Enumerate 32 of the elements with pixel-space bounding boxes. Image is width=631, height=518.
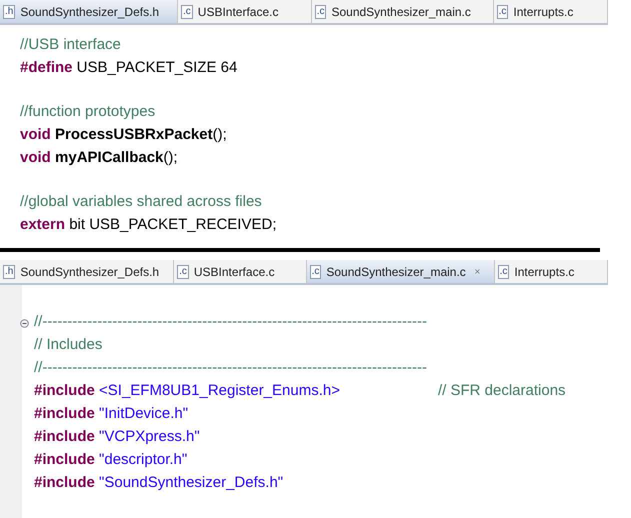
- code-line: #include "InitDevice.h": [34, 404, 188, 424]
- file-icon: .c: [314, 4, 326, 18]
- code-line: // Includes: [34, 335, 102, 355]
- code-line: //global variables shared across files: [20, 192, 262, 212]
- editor-tab[interactable]: .c USBInterface.c: [174, 260, 307, 283]
- code-line: //USB interface: [20, 35, 121, 55]
- editor-tab[interactable]: .c Interrupts.c: [494, 260, 608, 283]
- code-line: //-----------------------------------------------------------------------------: [34, 312, 427, 332]
- file-icon: .c: [177, 264, 189, 278]
- code-line: #include <SI_EFM8UB1_Register_Enums.h> // SFR declarations: [34, 381, 566, 401]
- editor-tab[interactable]: .c Interrupts.c: [494, 0, 608, 23]
- code-line: //function prototypes: [20, 102, 156, 122]
- file-icon: .h: [3, 264, 16, 278]
- file-icon: .c: [310, 264, 322, 278]
- editor-tab[interactable]: .h SoundSynthesizer_Defs.h: [0, 260, 174, 283]
- code-line: void myAPICallback();: [20, 148, 178, 168]
- file-icon: .h: [3, 4, 16, 18]
- code-line: extern bit USB_PACKET_RECEIVED;: [20, 215, 276, 235]
- collapse-icon[interactable]: [20, 319, 29, 328]
- code-line: #include "SoundSynthesizer_Defs.h": [34, 473, 284, 493]
- file-icon: .c: [496, 4, 508, 18]
- code-line: #define USB_PACKET_SIZE 64: [20, 58, 238, 78]
- code-line: void ProcessUSBRxPacket();: [20, 125, 227, 145]
- file-icon: .c: [181, 4, 193, 18]
- file-icon: .c: [498, 264, 510, 278]
- code-line: #include "VCPXpress.h": [34, 427, 200, 447]
- editor-tab[interactable]: .c SoundSynthesizer_main.c: [312, 0, 494, 23]
- code-line: //-----------------------------------------------------------------------------: [34, 358, 427, 378]
- editor-tab[interactable]: .h SoundSynthesizer_Defs.h: [0, 0, 178, 23]
- editor-tab[interactable]: .c USBInterface.c: [178, 0, 312, 23]
- code-line: #include "descriptor.h": [34, 450, 188, 470]
- editor-tab[interactable]: .c SoundSynthesizer_main.c: [306, 260, 495, 283]
